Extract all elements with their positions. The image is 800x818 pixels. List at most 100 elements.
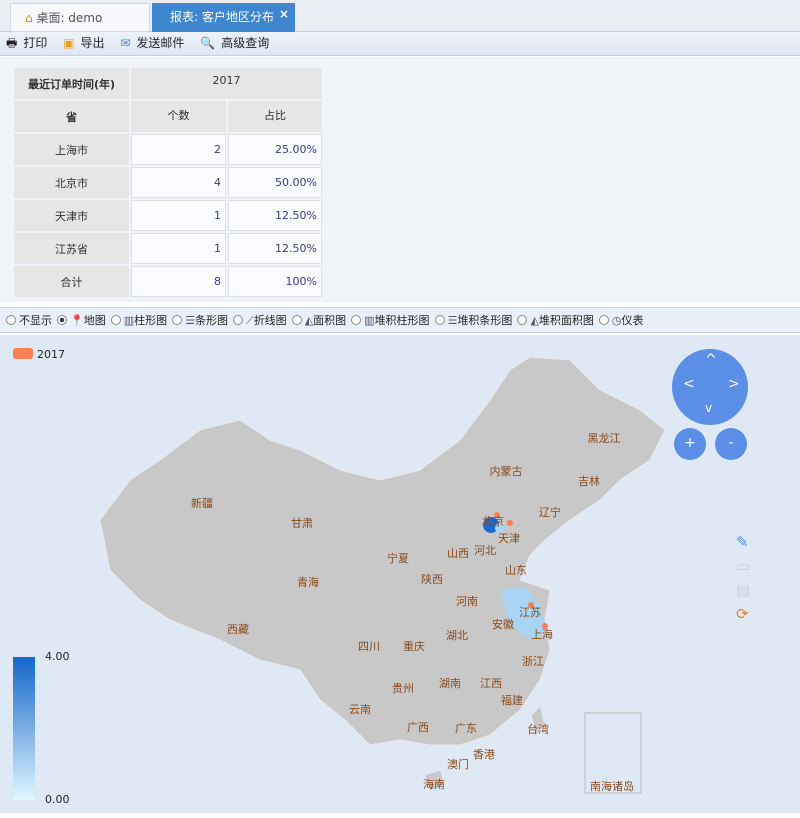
chart-type-icon: 📍 bbox=[70, 314, 84, 327]
visual-map-gradient[interactable] bbox=[13, 657, 35, 800]
count-header: 个数 bbox=[131, 101, 226, 132]
chart-type-icon: ☰ bbox=[185, 314, 195, 327]
province-label: 山西 bbox=[447, 547, 469, 560]
count-cell: 1 bbox=[131, 233, 226, 264]
zoom-in-button[interactable]: + bbox=[674, 428, 706, 460]
ratio-cell: 12.50% bbox=[228, 233, 322, 264]
home-icon: ⌂ bbox=[25, 11, 37, 25]
province-label: 西藏 bbox=[227, 623, 249, 636]
province-label: 广东 bbox=[455, 722, 477, 735]
radio-button[interactable] bbox=[517, 315, 528, 325]
province-cell: 上海市 bbox=[14, 134, 129, 165]
province-header: 省 bbox=[14, 101, 129, 132]
mail-icon: ✉ bbox=[120, 36, 131, 50]
report-area: 最近订单时间(年) 2017 省个数 占比 上海市 2 25.00% 北京市 4 50.00%… bbox=[0, 57, 800, 302]
year-header: 2017 bbox=[131, 68, 322, 99]
province-label: 陕西 bbox=[421, 573, 443, 586]
chart-type-option[interactable]: 不显示 bbox=[6, 314, 52, 327]
pan-down-button[interactable]: v bbox=[705, 401, 712, 415]
province-cell: 合计 bbox=[14, 266, 129, 297]
chart-type-option[interactable]: ⟋折线图 bbox=[232, 314, 287, 327]
chart-type-option[interactable]: ◭堆积面积图 bbox=[517, 314, 594, 327]
province-label: 四川 bbox=[358, 640, 380, 653]
china-mainland[interactable] bbox=[99, 356, 666, 746]
chart-type-option[interactable]: ☰条形图 bbox=[172, 314, 228, 327]
chart-type-option[interactable]: ▥柱形图 bbox=[110, 314, 167, 327]
province-label: 河北 bbox=[474, 544, 496, 557]
chart-type-icon: ☰ bbox=[447, 314, 458, 327]
tab-report[interactable]: 报表: 客户地区分布 × bbox=[152, 3, 295, 32]
radio-button[interactable] bbox=[291, 315, 302, 325]
table-row: 北京市 4 50.00% bbox=[14, 167, 322, 198]
chart-type-icon: ⟋ bbox=[245, 314, 254, 327]
print-button[interactable]: 🖶 打印 bbox=[6, 36, 53, 50]
legend-item[interactable]: 2017 bbox=[13, 348, 65, 361]
province-label: 天津 bbox=[498, 532, 520, 545]
province-label: 浙江 bbox=[522, 655, 544, 668]
radio-button[interactable] bbox=[57, 315, 67, 325]
chart-type-icon: ◭ bbox=[530, 314, 539, 327]
search-icon: 🔍 bbox=[200, 36, 216, 50]
table-row: 合计 8 100% bbox=[14, 266, 322, 297]
corner-header: 最近订单时间(年) bbox=[14, 68, 129, 99]
province-label: 云南 bbox=[349, 703, 371, 716]
radio-button[interactable] bbox=[598, 315, 609, 325]
tab-bar: ⌂ 桌面: demo 报表: 客户地区分布 × bbox=[0, 0, 800, 32]
province-label: 黑龙江 bbox=[587, 432, 621, 445]
province-label: 北京 bbox=[482, 515, 504, 528]
count-cell: 4 bbox=[131, 167, 226, 198]
chart-type-icon: ◭ bbox=[304, 314, 314, 327]
map-chart: 黑龙江 吉林 辽宁 内蒙古 新疆 甘肃 北京 天津 宁夏 山西 河北 山东 青海 陕西 河南 江苏 安徽 上海 西藏… bbox=[0, 335, 800, 813]
zoom-out-button[interactable]: - bbox=[715, 428, 747, 460]
visual-map-max: 4.00 bbox=[45, 650, 70, 663]
count-cell: 1 bbox=[131, 200, 226, 231]
close-icon[interactable]: × bbox=[279, 0, 289, 29]
export-button[interactable]: ▣ 导出 bbox=[63, 36, 110, 50]
ratio-cell: 50.00% bbox=[228, 167, 322, 198]
radio-button[interactable] bbox=[434, 315, 445, 325]
radio-button[interactable] bbox=[110, 315, 121, 325]
radio-button[interactable] bbox=[232, 315, 243, 325]
tab-desktop[interactable]: ⌂ 桌面: demo bbox=[10, 3, 150, 32]
province-label: 上海 bbox=[531, 628, 553, 641]
chart-type-icon: ◷ bbox=[611, 314, 622, 327]
radio-button[interactable] bbox=[351, 315, 362, 325]
province-label: 台湾 bbox=[527, 723, 549, 736]
edit-icon[interactable]: ✎ bbox=[736, 533, 749, 551]
radio-button[interactable] bbox=[172, 315, 183, 325]
chart-type-option[interactable]: ◭面积图 bbox=[291, 314, 346, 327]
chart-type-option[interactable]: 📍地图 bbox=[57, 314, 106, 327]
chart-type-option[interactable]: ◷仪表 bbox=[598, 314, 644, 327]
chart-type-option[interactable]: ☰堆积条形图 bbox=[434, 314, 512, 327]
table-row: 天津市 1 12.50% bbox=[14, 200, 322, 231]
chart-type-option[interactable]: ▥堆积柱形图 bbox=[351, 314, 430, 327]
province-label: 湖北 bbox=[446, 629, 468, 642]
ratio-cell: 25.00% bbox=[228, 134, 322, 165]
count-cell: 8 bbox=[131, 266, 226, 297]
radio-button[interactable] bbox=[6, 315, 16, 325]
province-label: 贵州 bbox=[392, 682, 414, 695]
province-label: 山东 bbox=[505, 564, 527, 577]
province-label: 广西 bbox=[407, 721, 429, 734]
data-view-icon[interactable]: ▭ bbox=[736, 557, 750, 575]
table-row: 上海市 2 25.00% bbox=[14, 134, 322, 165]
pan-right-button[interactable]: > bbox=[728, 376, 740, 392]
marker-tianjin[interactable] bbox=[507, 520, 513, 526]
refresh-icon[interactable]: ⟳ bbox=[736, 605, 749, 623]
province-cell: 北京市 bbox=[14, 167, 129, 198]
province-label: 甘肃 bbox=[291, 517, 313, 530]
province-label: 青海 bbox=[297, 576, 319, 589]
province-label: 江西 bbox=[480, 677, 502, 690]
pan-left-button[interactable]: < bbox=[683, 376, 695, 392]
pan-control[interactable]: ^ v < > bbox=[672, 349, 748, 425]
pan-up-button[interactable]: ^ bbox=[705, 352, 717, 368]
ratio-cell: 100% bbox=[228, 266, 322, 297]
send-mail-button[interactable]: ✉ 发送邮件 bbox=[120, 36, 190, 50]
pivot-table: 最近订单时间(年) 2017 省个数 占比 上海市 2 25.00% 北京市 4 50.00%… bbox=[12, 66, 324, 299]
province-label: 湖南 bbox=[439, 677, 461, 690]
province-label: 福建 bbox=[501, 694, 523, 707]
advanced-search-button[interactable]: 🔍 高级查询 bbox=[200, 36, 275, 50]
save-image-icon[interactable]: ▤ bbox=[736, 581, 750, 599]
legend-swatch bbox=[13, 348, 33, 359]
count-cell: 2 bbox=[131, 134, 226, 165]
